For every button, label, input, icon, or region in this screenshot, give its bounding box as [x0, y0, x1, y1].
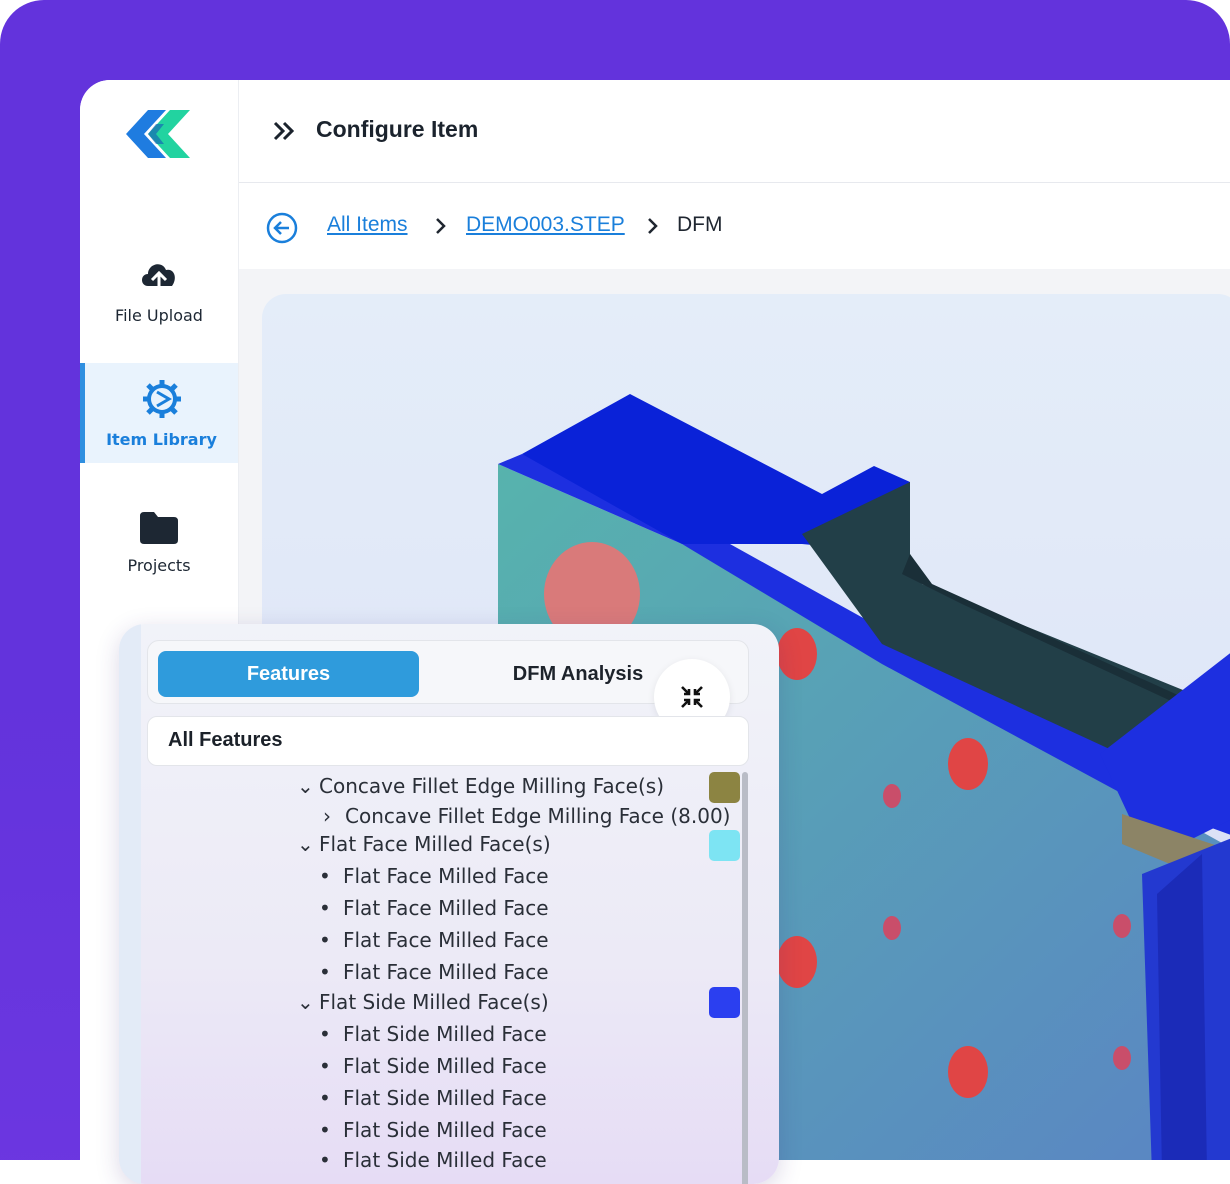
feature-group-flat-face[interactable]: ⌄ Flat Face Milled Face(s) [297, 832, 551, 856]
panel-edge [119, 624, 141, 1184]
feature-group-flat-side[interactable]: ⌄ Flat Side Milled Face(s) [297, 990, 549, 1014]
breadcrumb-file[interactable]: DEMO003.STEP [466, 213, 625, 237]
collapse-arrows-icon [681, 686, 703, 708]
breadcrumb-all-items[interactable]: All Items [327, 213, 408, 237]
sidebar-item-label: File Upload [115, 305, 203, 325]
bullet: • [319, 1148, 331, 1172]
sidebar-item-label: Item Library [106, 429, 217, 449]
chevron-right-icon: › [323, 804, 331, 828]
list-item[interactable]: • Flat Side Milled Face [319, 1086, 547, 1110]
list-item[interactable]: • Flat Face Milled Face [319, 960, 549, 984]
bullet: • [319, 896, 331, 920]
bullet: • [319, 1054, 331, 1078]
breadcrumb: All Items DEMO003.STEP DFM [239, 183, 1230, 269]
chevron-right-icon [648, 218, 658, 234]
chevron-down-icon: ⌄ [297, 832, 314, 856]
double-chevron-right-icon[interactable] [272, 120, 296, 142]
page-title: Configure Item [316, 116, 479, 142]
list-item[interactable]: › Concave Fillet Edge Milling Face (8.00) [323, 804, 730, 828]
color-swatch [709, 987, 740, 1018]
bullet: • [319, 1086, 331, 1110]
breadcrumb-current: DFM [677, 213, 723, 236]
list-item[interactable]: • Flat Side Milled Face [319, 1118, 547, 1142]
list-item[interactable]: • Flat Face Milled Face [319, 864, 549, 888]
feature-group-concave-fillet[interactable]: ⌄ Concave Fillet Edge Milling Face(s) [297, 774, 664, 798]
folder-icon [140, 511, 178, 544]
sidebar-item-projects[interactable]: Projects [80, 492, 238, 592]
gear-library-icon [142, 379, 181, 418]
cloud-upload-icon [142, 263, 175, 294]
list-item[interactable]: • Flat Face Milled Face [319, 896, 549, 920]
bullet: • [319, 864, 331, 888]
bullet: • [319, 1022, 331, 1046]
tab-features[interactable]: Features [158, 651, 419, 697]
scrollbar[interactable] [742, 772, 748, 1184]
chevron-right-icon [436, 218, 446, 234]
all-features-header[interactable]: All Features [147, 716, 749, 766]
section-title: All Features [168, 729, 283, 751]
bullet: • [319, 928, 331, 952]
features-panel: Features DFM Analysis All Features ⌄ Conc… [119, 624, 779, 1184]
bullet: • [319, 960, 331, 984]
list-item[interactable]: • Flat Face Milled Face [319, 928, 549, 952]
app-logo [126, 110, 190, 158]
list-item[interactable]: • Flat Side Milled Face [319, 1022, 547, 1046]
sidebar-item-file-upload[interactable]: File Upload [80, 240, 238, 340]
chevron-down-icon: ⌄ [297, 774, 314, 798]
sidebar-item-label: Projects [127, 555, 191, 575]
bullet: • [319, 1118, 331, 1142]
top-header: Configure Item [239, 80, 1230, 183]
list-item[interactable]: • Flat Side Milled Face [319, 1148, 547, 1172]
list-item[interactable]: • Flat Side Milled Face [319, 1054, 547, 1078]
sidebar-item-item-library[interactable]: Item Library [80, 363, 238, 463]
chevron-down-icon: ⌄ [297, 990, 314, 1014]
back-arrow-icon[interactable] [265, 211, 299, 245]
color-swatch [709, 772, 740, 803]
color-swatch [709, 830, 740, 861]
